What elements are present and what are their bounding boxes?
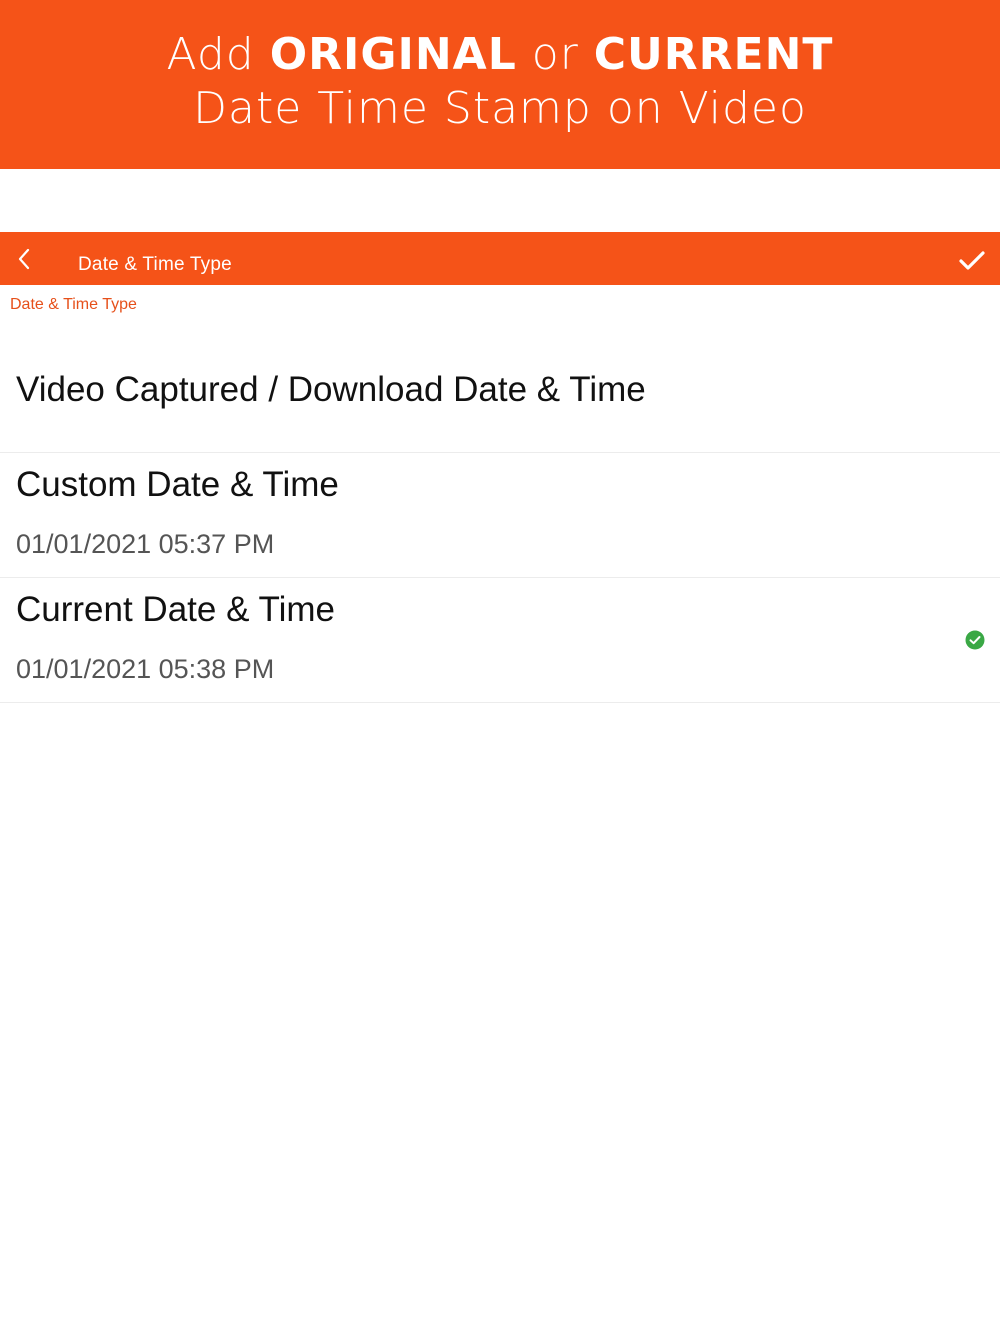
option-custom-date-time[interactable]: Custom Date & Time 01/01/2021 05:37 PM <box>0 453 1000 578</box>
navigation-bar: Date & Time Type <box>0 232 1000 285</box>
option-title: Custom Date & Time <box>16 465 339 504</box>
option-video-captured-download[interactable]: Video Captured / Download Date & Time <box>0 330 1000 453</box>
promo-current-text: CURRENT <box>593 29 834 80</box>
promo-add-text: Add <box>166 29 270 80</box>
promo-headline-line1: Add ORIGINAL or CURRENT <box>0 28 1000 82</box>
promo-headline-line2: Date Time Stamp on Video <box>193 83 807 134</box>
checkmark-icon <box>959 251 985 270</box>
confirm-button[interactable] <box>950 240 994 282</box>
promo-or-text: or <box>516 29 594 80</box>
promo-original-text: ORIGINAL <box>269 29 517 80</box>
option-title: Video Captured / Download Date & Time <box>16 370 646 409</box>
option-title: Current Date & Time <box>16 590 335 629</box>
option-datetime-value: 01/01/2021 05:37 PM <box>16 529 275 559</box>
back-button[interactable] <box>6 240 42 278</box>
section-header: Date & Time Type <box>10 296 137 313</box>
chevron-left-icon <box>18 248 30 270</box>
promo-banner: Add ORIGINAL or CURRENT Date Time Stamp … <box>0 0 1000 169</box>
option-datetime-value: 01/01/2021 05:38 PM <box>16 654 275 684</box>
nav-title: Date & Time Type <box>78 254 232 275</box>
option-current-date-time[interactable]: Current Date & Time 01/01/2021 05:38 PM <box>0 578 1000 703</box>
selected-check-icon <box>965 630 985 650</box>
